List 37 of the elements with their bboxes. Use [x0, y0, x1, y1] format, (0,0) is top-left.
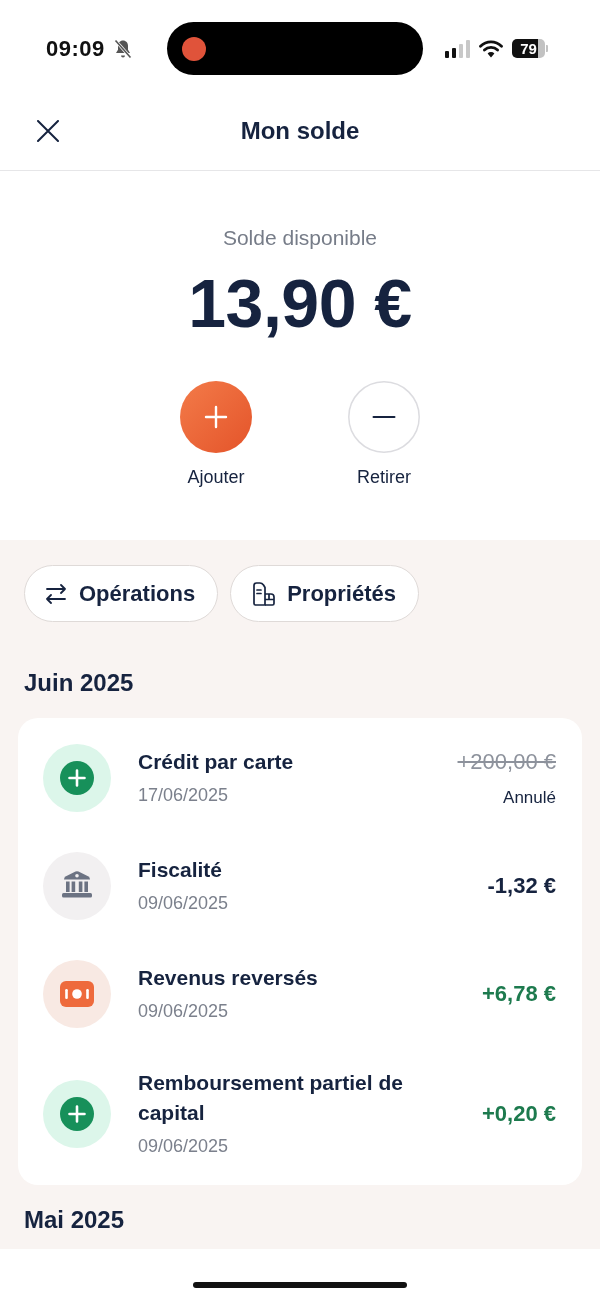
transaction-title: Crédit par carte — [138, 749, 295, 775]
transaction-date: 09/06/2025 — [138, 1000, 230, 1023]
filter-chip[interactable]: Propriétés — [230, 565, 419, 622]
buildings-icon — [251, 581, 276, 606]
banknote-icon — [43, 960, 111, 1028]
bell-slash-icon — [113, 38, 132, 59]
balance-label: Solde disponible — [221, 225, 379, 251]
status-time: 09:09 — [46, 35, 105, 63]
month-heading: Juin 2025 — [24, 668, 135, 698]
add-button[interactable]: Ajouter — [166, 381, 266, 489]
month-heading: Mai 2025 — [24, 1205, 126, 1235]
filter-chip[interactable]: Opérations — [24, 565, 219, 622]
transaction-amount: +0,20 € — [482, 1100, 556, 1128]
withdraw-button[interactable]: Retirer — [334, 381, 434, 489]
swap-arrows-icon — [45, 583, 67, 604]
transaction-amount: -1,32 € — [487, 872, 556, 900]
transaction-title: Revenus reversés — [138, 965, 319, 991]
transaction-date: 09/06/2025 — [138, 892, 230, 915]
minus-icon — [348, 381, 420, 453]
transaction-amount: +6,78 € — [482, 980, 556, 1008]
bank-icon — [43, 852, 111, 920]
page-title: Mon solde — [240, 115, 360, 146]
transaction-amount: +200,00 € — [457, 747, 556, 776]
signal-icon — [445, 39, 470, 58]
wifi-icon — [479, 39, 503, 58]
transaction-date: 09/06/2025 — [138, 1135, 230, 1158]
close-icon — [37, 119, 59, 142]
transaction-title: Remboursement partiel de capital — [138, 1070, 404, 1126]
plus-icon — [43, 1080, 111, 1148]
plus-icon — [43, 744, 111, 812]
recording-dot-icon — [182, 36, 206, 61]
transaction-date: 17/06/2025 — [138, 784, 230, 807]
plus-icon — [180, 381, 252, 453]
transaction-title: Fiscalité — [138, 857, 224, 883]
transaction-status: Annulé — [502, 786, 556, 809]
battery-percentage: 79 — [512, 39, 545, 58]
balance-amount: 13,90 € — [187, 264, 413, 343]
